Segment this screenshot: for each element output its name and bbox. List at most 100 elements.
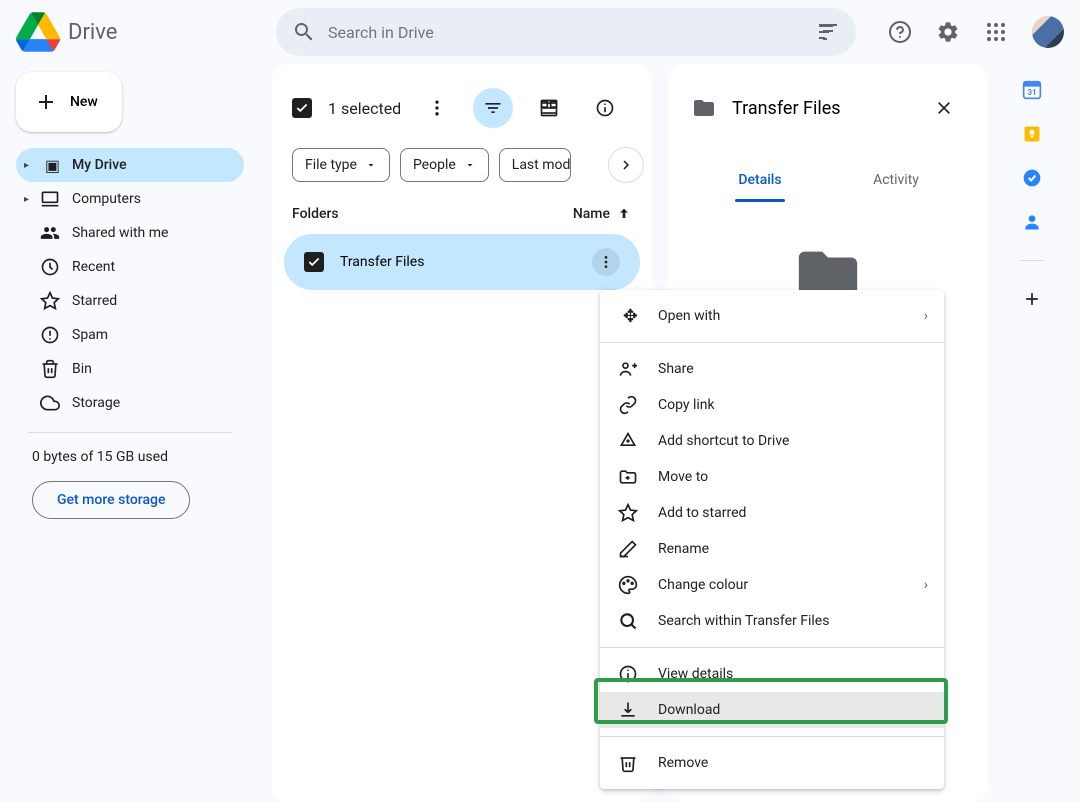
chevron-down-icon [365, 159, 377, 171]
shared-icon [40, 223, 60, 243]
sidebar-item-label: Recent [72, 259, 115, 275]
app-name: Drive [68, 20, 117, 45]
search-icon [618, 611, 638, 631]
info-button[interactable] [585, 88, 625, 128]
file-list-panel: 1 selected File type People Last modifie… [272, 64, 652, 802]
menu-change-colour[interactable]: Change colour › [600, 567, 944, 603]
sidebar-item-starred[interactable]: Starred [16, 284, 244, 318]
bin-icon [40, 359, 60, 379]
storage-icon [40, 393, 60, 413]
menu-add-starred[interactable]: Add to starred [600, 495, 944, 531]
recent-icon [40, 257, 60, 277]
menu-view-details[interactable]: View details [600, 656, 944, 692]
sidebar-item-label: Computers [72, 191, 141, 207]
download-icon [618, 700, 638, 720]
sidebar-item-computers[interactable]: ▸ Computers [16, 182, 244, 216]
sidebar-item-label: Bin [72, 361, 92, 377]
filter-button[interactable] [473, 88, 513, 128]
rail-divider [1020, 260, 1044, 261]
folder-icon [692, 96, 716, 120]
row-checkbox[interactable] [304, 252, 324, 272]
search-bar[interactable] [276, 8, 856, 56]
tab-details[interactable]: Details [692, 160, 828, 200]
search-input[interactable] [328, 23, 804, 42]
menu-download[interactable]: Download [600, 692, 944, 728]
details-title: Transfer Files [732, 98, 908, 119]
link-icon [618, 395, 638, 415]
chip-scroll-right[interactable] [608, 147, 644, 183]
sidebar-item-label: My Drive [72, 157, 127, 173]
chevron-right-icon [617, 156, 635, 174]
sidebar-item-bin[interactable]: Bin [16, 352, 244, 386]
computers-icon [40, 189, 60, 209]
arrow-up-icon [616, 206, 632, 222]
chip-file-type[interactable]: File type [292, 148, 390, 182]
get-storage-button[interactable]: Get more storage [32, 481, 190, 519]
spam-icon [40, 325, 60, 345]
new-button[interactable]: New [16, 72, 122, 132]
close-details-button[interactable] [924, 88, 964, 128]
rail-add-button[interactable] [1022, 289, 1042, 309]
menu-open-with[interactable]: ✥ Open with › [600, 298, 944, 334]
rail-calendar[interactable]: 31 [1022, 80, 1042, 100]
folder-name: Transfer Files [340, 254, 576, 270]
avatar[interactable] [1032, 16, 1064, 48]
menu-share[interactable]: Share [600, 351, 944, 387]
expand-caret-icon[interactable]: ▸ [24, 160, 29, 171]
expand-caret-icon[interactable]: ▸ [24, 194, 29, 205]
divider [28, 432, 232, 433]
sidebar-item-label: Spam [72, 327, 108, 343]
menu-divider [600, 736, 944, 737]
remove-icon [618, 753, 638, 773]
new-button-label: New [70, 94, 98, 110]
selection-count: 1 selected [328, 99, 401, 118]
menu-rename[interactable]: Rename [600, 531, 944, 567]
sidebar-item-label: Starred [72, 293, 117, 309]
settings-button[interactable] [928, 12, 968, 52]
share-icon [618, 359, 638, 379]
menu-divider [600, 647, 944, 648]
row-more-button[interactable] [592, 248, 620, 276]
selection-more-button[interactable] [417, 88, 457, 128]
apps-button[interactable] [976, 12, 1016, 52]
right-rail: 31 [1004, 64, 1060, 802]
folders-header: Folders [292, 206, 339, 222]
sidebar-item-spam[interactable]: Spam [16, 318, 244, 352]
info-icon [618, 664, 638, 684]
sidebar-item-recent[interactable]: Recent [16, 250, 244, 284]
sort-column[interactable]: Name [573, 206, 632, 222]
menu-add-shortcut[interactable]: Add shortcut to Drive [600, 423, 944, 459]
rail-keep[interactable] [1022, 124, 1042, 144]
star-icon [618, 503, 638, 523]
drive-logo [16, 12, 60, 52]
sidebar-item-label: Shared with me [72, 225, 168, 241]
select-all-checkbox[interactable] [292, 98, 312, 118]
help-button[interactable] [880, 12, 920, 52]
search-options-icon[interactable] [816, 20, 840, 44]
chip-people[interactable]: People [400, 148, 489, 182]
sidebar-item-shared[interactable]: Shared with me [16, 216, 244, 250]
rail-contacts[interactable] [1022, 212, 1042, 232]
menu-copy-link[interactable]: Copy link [600, 387, 944, 423]
sidebar-item-storage[interactable]: Storage [16, 386, 244, 420]
tab-activity[interactable]: Activity [828, 160, 964, 200]
palette-icon [618, 575, 638, 595]
svg-text:31: 31 [1027, 88, 1037, 98]
menu-remove[interactable]: Remove [600, 745, 944, 781]
sidebar-item-my-drive[interactable]: ▸ ▣ My Drive [16, 148, 244, 182]
shortcut-icon [618, 431, 638, 451]
menu-move-to[interactable]: Move to [600, 459, 944, 495]
context-menu: ✥ Open with › Share Copy link Add shortc… [600, 290, 944, 789]
chip-last-modified[interactable]: Last modified [499, 148, 571, 182]
rail-tasks[interactable] [1022, 168, 1042, 188]
view-toggle-button[interactable] [529, 88, 569, 128]
rename-icon [618, 539, 638, 559]
sidebar-item-label: Storage [72, 395, 120, 411]
chevron-right-icon: › [924, 577, 928, 593]
chevron-right-icon: › [924, 308, 928, 324]
open-with-icon: ✥ [618, 306, 638, 326]
move-icon [618, 467, 638, 487]
folder-row[interactable]: Transfer Files [284, 234, 640, 290]
search-icon [292, 20, 316, 44]
menu-search-within[interactable]: Search within Transfer Files [600, 603, 944, 639]
